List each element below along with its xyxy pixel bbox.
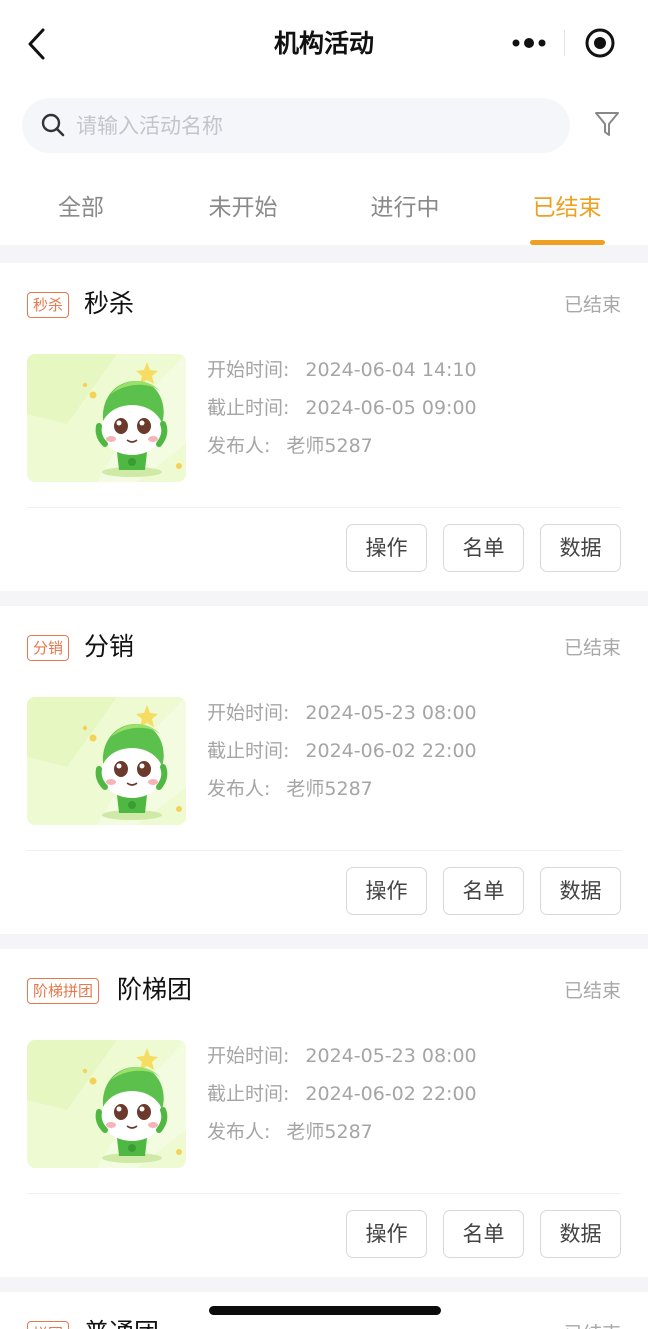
end-time-value: 2024-06-02 22:00 — [305, 1083, 477, 1105]
activity-type-badge: 秒杀 — [27, 292, 70, 318]
data-button[interactable]: 数据 — [540, 867, 621, 915]
activity-type-badge: 拼团 — [27, 1321, 70, 1329]
search-box[interactable] — [22, 98, 570, 153]
end-time: 截止时间: 2024-06-05 09:00 — [207, 393, 477, 420]
start-time: 开始时间: 2024-05-23 08:00 — [207, 698, 477, 725]
list-button[interactable]: 名单 — [443, 867, 524, 915]
tab-in-progress[interactable]: 进行中 — [345, 188, 465, 222]
activity-status: 已结束 — [564, 1319, 621, 1329]
publisher-value: 老师5287 — [286, 778, 373, 800]
operate-button[interactable]: 操作 — [346, 524, 427, 572]
activity-title: 秒杀 — [84, 289, 135, 318]
activity-status: 已结束 — [563, 980, 621, 1002]
end-time-label: 截止时间: — [207, 1083, 290, 1105]
publisher: 发布人: 老师5287 — [207, 774, 373, 801]
tab-not-started[interactable]: 未开始 — [183, 188, 303, 222]
card-divider — [27, 850, 621, 851]
mini-program-capsule — [496, 20, 634, 66]
end-time: 截止时间: 2024-06-02 22:00 — [207, 736, 477, 763]
activity-thumbnail — [27, 1040, 186, 1168]
activity-card[interactable]: 阶梯拼团 阶梯团 已结束 开始时间: 2024-05-23 08:00 截止时间:… — [0, 949, 648, 1277]
card-divider — [27, 1193, 621, 1194]
active-tab-indicator — [530, 240, 605, 245]
publisher-label: 发布人: — [207, 1121, 271, 1143]
data-button[interactable]: 数据 — [540, 524, 621, 572]
start-time-label: 开始时间: — [207, 702, 290, 724]
target-icon[interactable] — [584, 27, 616, 59]
start-time-value: 2024-06-04 14:10 — [305, 359, 477, 381]
start-time: 开始时间: 2024-05-23 08:00 — [207, 1041, 477, 1068]
publisher: 发布人: 老师5287 — [207, 1117, 373, 1144]
end-time-label: 截止时间: — [207, 740, 290, 762]
end-time-value: 2024-06-05 09:00 — [305, 397, 477, 419]
card-divider — [27, 507, 621, 508]
filter-icon[interactable] — [594, 110, 620, 138]
status-tabs: 全部 未开始 进行中 已结束 — [0, 180, 648, 245]
start-time-value: 2024-05-23 08:00 — [305, 702, 477, 724]
tab-ended[interactable]: 已结束 — [507, 188, 627, 222]
tab-all[interactable]: 全部 — [21, 188, 141, 222]
publisher-value: 老师5287 — [286, 1121, 373, 1143]
list-button[interactable]: 名单 — [443, 1210, 524, 1258]
more-dots-icon[interactable] — [510, 32, 550, 54]
end-time-value: 2024-06-02 22:00 — [305, 740, 477, 762]
list-button[interactable]: 名单 — [443, 524, 524, 572]
operate-button[interactable]: 操作 — [346, 1210, 427, 1258]
activity-status: 已结束 — [563, 637, 621, 659]
activity-status: 已结束 — [563, 294, 621, 316]
search-icon — [41, 113, 65, 137]
activity-card[interactable]: 分销 分销 已结束 开始时间: 2024-05-23 08:00 截止时间: 202… — [0, 606, 648, 934]
start-time-label: 开始时间: — [207, 1045, 290, 1067]
start-time: 开始时间: 2024-06-04 14:10 — [207, 355, 477, 382]
navigation-bar: 机构活动 — [0, 0, 648, 90]
publisher-label: 发布人: — [207, 435, 271, 457]
start-time-value: 2024-05-23 08:00 — [305, 1045, 477, 1067]
activity-type-badge: 分销 — [27, 635, 70, 661]
activity-card[interactable]: 秒杀 秒杀 已结束 开始时间: 2024-06-04 14:10 截止时间: 202… — [0, 263, 648, 591]
publisher-label: 发布人: — [207, 778, 271, 800]
activity-thumbnail — [27, 697, 186, 825]
activity-title: 分销 — [84, 632, 135, 661]
publisher-value: 老师5287 — [286, 435, 373, 457]
operate-button[interactable]: 操作 — [346, 867, 427, 915]
end-time-label: 截止时间: — [207, 397, 290, 419]
start-time-label: 开始时间: — [207, 359, 290, 381]
capsule-divider — [564, 30, 565, 56]
publisher: 发布人: 老师5287 — [207, 431, 373, 458]
header-area: 机构活动 全部 未开始 进行中 已结束 — [0, 0, 648, 245]
search-input[interactable] — [74, 108, 558, 144]
activity-type-badge: 阶梯拼团 — [27, 978, 100, 1004]
activity-title: 普通团 — [84, 1316, 159, 1329]
data-button[interactable]: 数据 — [540, 1210, 621, 1258]
activity-title: 阶梯团 — [117, 975, 193, 1004]
home-indicator — [209, 1306, 441, 1315]
activity-thumbnail — [27, 354, 186, 482]
end-time: 截止时间: 2024-06-02 22:00 — [207, 1079, 477, 1106]
